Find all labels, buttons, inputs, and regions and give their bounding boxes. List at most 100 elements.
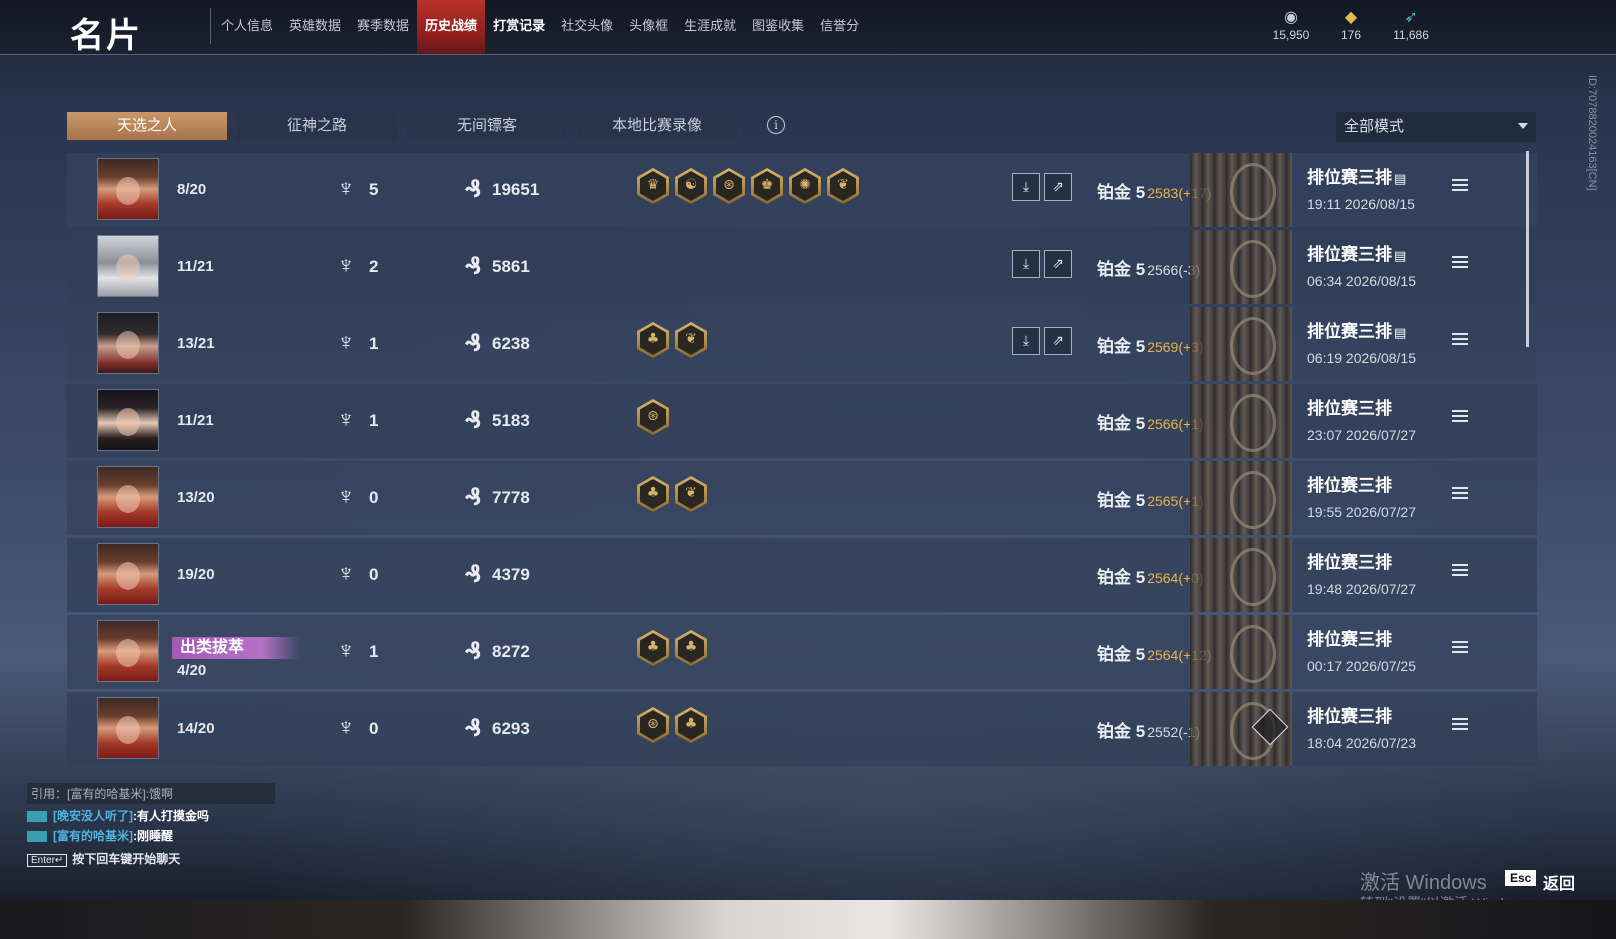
damage: 5861: [492, 257, 530, 276]
nav-item[interactable]: 社交头像: [553, 0, 621, 54]
currency-bar: ◉ 15,950 ◆ 176 ➶ 11,686: [1271, 8, 1431, 42]
achievement-badge-icon[interactable]: ♣: [675, 630, 707, 666]
mode-select[interactable]: 全部模式: [1336, 112, 1536, 142]
match-row[interactable]: 出类拔萃 4/20 ♆ 1 ₰ 8272 ♣ ♣ 铂金 5 2564(+12) 排位赛三排 00:17…: [67, 615, 1537, 689]
achievement-badge-icon[interactable]: ☯: [675, 168, 707, 204]
tier: 铂金 5 2564(+0): [1097, 563, 1204, 588]
page-title: 名片: [70, 17, 142, 55]
mode-time: 19:48 2026/07/27: [1307, 581, 1416, 597]
menu-icon[interactable]: [1452, 564, 1468, 578]
nav-item[interactable]: 打赏记录: [485, 0, 553, 54]
tier: 铂金 5 2552(-1): [1097, 717, 1200, 742]
achievement-badge-icon[interactable]: ✺: [789, 168, 821, 204]
achievement-badge-icon[interactable]: ❦: [675, 322, 707, 358]
nav-item[interactable]: 历史战绩: [417, 0, 486, 54]
chat-nickname[interactable]: [晚安没人听了]: [53, 809, 133, 823]
avatar-face: [116, 177, 140, 205]
avatar[interactable]: [97, 697, 159, 759]
menu-icon[interactable]: [1452, 256, 1468, 270]
match-row[interactable]: 8/20 ♆ 5 ₰ 19651 ♛ ☯ ⊛ ♚ ✺ ❦ ⤓ ⇗ 铂金 5 2583(+17) 排位赛三排 ▤ 1…: [67, 153, 1537, 227]
share-icon[interactable]: ⇗: [1044, 250, 1072, 278]
currency-value: 15,950: [1272, 28, 1310, 42]
match-row[interactable]: 13/20 ♆ 0 ₰ 7778 ♣ ❦ 铂金 5 2565(+1) 排位赛三排 19:55 202…: [67, 461, 1537, 535]
avatar[interactable]: [97, 543, 159, 605]
match-row[interactable]: 13/21 ♆ 1 ₰ 6238 ♣ ❦ ⤓ ⇗ 铂金 5 2569(+3) 排位赛三排 ▤ 06:19 …: [67, 307, 1537, 381]
menu-icon[interactable]: [1452, 718, 1468, 732]
achievement-badge-icon[interactable]: ♚: [751, 168, 783, 204]
avatar[interactable]: [97, 235, 159, 297]
match-row[interactable]: 19/20 ♆ 0 ₰ 4379 铂金 5 2564(+0) 排位赛三排 19:48 2026/…: [67, 538, 1537, 612]
achievement-badge-icon[interactable]: ♣: [637, 630, 669, 666]
match-row[interactable]: 11/21 ♆ 2 ₰ 5861 ⤓ ⇗ 铂金 5 2566(-3) 排位赛三排 ▤ 06:34 20…: [67, 230, 1537, 304]
placement: 14/20: [177, 720, 215, 737]
avatar[interactable]: [97, 620, 159, 682]
nav-item[interactable]: 图鉴收集: [744, 0, 812, 54]
share-icon[interactable]: ⇗: [1044, 327, 1072, 355]
match-row[interactable]: 14/20 ♆ 0 ₰ 6293 ⊛ ♣ 铂金 5 2552(-1) 排位赛三排 18:04 202…: [67, 692, 1537, 766]
mode-time: 19:55 2026/07/27: [1307, 504, 1416, 520]
kills-icon: ♆: [337, 175, 355, 202]
menu-icon[interactable]: [1452, 641, 1468, 655]
back-button[interactable]: 返回: [1543, 870, 1575, 894]
badge-glyph: ♣: [684, 639, 698, 655]
rank-banner: [1190, 230, 1292, 304]
share-icon[interactable]: ⇗: [1044, 173, 1072, 201]
enter-key-icon: Enter↵: [27, 854, 68, 867]
menu-icon[interactable]: [1452, 179, 1468, 193]
avatar[interactable]: [97, 312, 159, 374]
nav-item[interactable]: 赛季数据: [349, 0, 417, 54]
damage: 8272: [492, 642, 530, 661]
avatar[interactable]: [97, 466, 159, 528]
badge-glyph: ❦: [685, 331, 697, 347]
info-icon[interactable]: i: [767, 116, 785, 134]
download-icon[interactable]: ⤓: [1012, 250, 1040, 278]
tab[interactable]: 天选之人: [67, 112, 227, 140]
tier-name: 铂金 5: [1097, 491, 1146, 510]
match-row[interactable]: 11/21 ♆ 1 ₰ 5183 ⊛ 铂金 5 2566(+1) 排位赛三排 23:07 2026…: [67, 384, 1537, 458]
mode-name-text: 排位赛三排: [1307, 553, 1392, 572]
mode-info: 排位赛三排 00:17 2026/07/25: [1307, 625, 1416, 674]
achievement-badge-icon[interactable]: ⊛: [637, 707, 669, 743]
nav-item[interactable]: 个人信息: [213, 0, 281, 54]
currency-value: 11,686: [1393, 28, 1429, 42]
nav-item[interactable]: 英雄数据: [281, 0, 349, 54]
badge-glyph: ♣: [646, 639, 660, 655]
menu-icon[interactable]: [1452, 410, 1468, 424]
placement: 11/21: [177, 412, 214, 429]
download-icon[interactable]: ⤓: [1012, 173, 1040, 201]
mode-info: 排位赛三排 19:55 2026/07/27: [1307, 471, 1416, 520]
achievement-badge-icon[interactable]: ♣: [637, 476, 669, 512]
achievement-badge-icon[interactable]: ♣: [675, 707, 707, 743]
chat-hint[interactable]: Enter↵ 按下回车键开始聊天: [27, 850, 297, 867]
chat-nickname[interactable]: [富有的哈基米]: [53, 829, 133, 843]
avatar[interactable]: [97, 158, 159, 220]
achievement-badge-icon[interactable]: ⊛: [637, 399, 669, 435]
mode-info: 排位赛三排 ▤ 19:11 2026/08/15: [1307, 163, 1415, 212]
badge-glyph: ❦: [837, 177, 849, 193]
achievement-badge-icon[interactable]: ♣: [637, 322, 669, 358]
menu-icon[interactable]: [1452, 487, 1468, 501]
menu-icon[interactable]: [1452, 333, 1468, 347]
rank-banner: [1190, 307, 1292, 381]
achievement-badge-icon[interactable]: ♛: [637, 168, 669, 204]
download-icon[interactable]: ⤓: [1012, 327, 1040, 355]
achievement-badge-icon[interactable]: ⊛: [713, 168, 745, 204]
tab[interactable]: 本地比赛录像: [577, 112, 737, 140]
mode-name: 排位赛三排: [1307, 625, 1416, 650]
tab[interactable]: 征神之路: [237, 112, 397, 140]
chat-channel-icon: [27, 831, 47, 843]
achievement-badge-icon[interactable]: ❦: [827, 168, 859, 204]
mode-time: 00:17 2026/07/25: [1307, 658, 1416, 674]
mode-info: 排位赛三排 19:48 2026/07/27: [1307, 548, 1416, 597]
achievement-badge-icon[interactable]: ❦: [675, 476, 707, 512]
nav-item[interactable]: 头像框: [621, 0, 676, 54]
nav-item[interactable]: 生涯成就: [676, 0, 744, 54]
damage: 5183: [492, 411, 530, 430]
nav-item[interactable]: 信誉分: [812, 0, 867, 54]
kills: 0: [369, 488, 379, 507]
mode-info: 排位赛三排 ▤ 06:19 2026/08/15: [1307, 317, 1416, 366]
scrollbar[interactable]: [1526, 151, 1529, 347]
avatar[interactable]: [97, 389, 159, 451]
tab[interactable]: 无间镖客: [407, 112, 567, 140]
esc-key-icon[interactable]: Esc: [1505, 870, 1537, 886]
